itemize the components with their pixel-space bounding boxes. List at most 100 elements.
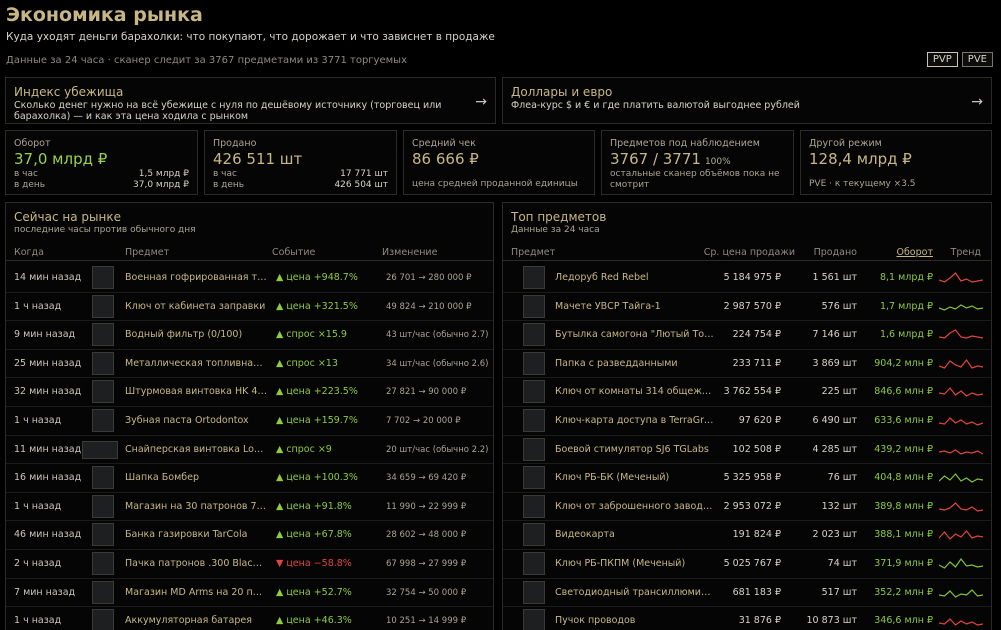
table-row[interactable]: 2 ч назад Пачка патронов .300 Blackout… ▼ … — [6, 550, 493, 579]
row-turnover: 404,8 млн ₽ — [874, 472, 933, 484]
row-price: 2 987 570 ₽ — [723, 300, 781, 312]
currency-card[interactable]: Доллары и евро Флеа-курс $ и € и где пла… — [502, 77, 992, 124]
trend-sparkline — [939, 299, 983, 315]
row-when: 14 мин назад — [14, 272, 82, 283]
top-items-rows: Ледоруб Red Rebel 5 184 975 ₽ 1 561 шт 8,1 … — [503, 264, 991, 630]
row-turnover: 388,1 млн ₽ — [874, 529, 933, 541]
row-item-name[interactable]: Светодиодный трансиллюминато… — [555, 587, 715, 598]
table-row[interactable]: Боевой стимулятор SJ6 TGLabs 102 508 ₽ 4 2… — [503, 436, 991, 465]
header-when[interactable]: Когда — [14, 247, 44, 258]
header-item[interactable]: Предмет — [511, 247, 555, 258]
row-item-name[interactable]: Металлическая топливная ка… — [125, 358, 267, 369]
table-row[interactable]: Бутылка самогона "Лютый Топор… 224 754 ₽ 7… — [503, 321, 991, 350]
table-row[interactable]: Ключ РБ-ПКПМ (Меченый) 5 025 767 ₽ 74 шт 37… — [503, 550, 991, 579]
table-row[interactable]: Ледоруб Red Rebel 5 184 975 ₽ 1 561 шт 8,1 … — [503, 264, 991, 293]
row-change: 43 шт/час (обычно 2.7) — [386, 330, 489, 341]
header-price[interactable]: Ср. цена продажи — [704, 247, 795, 258]
key-icon — [92, 294, 114, 318]
row-item-name[interactable]: Видеокарта — [555, 529, 715, 540]
row-item-name[interactable]: Папка с разведданными — [555, 358, 715, 369]
row-item-name[interactable]: Ключ от заброшенного завода (… — [555, 501, 715, 512]
stat-value: 3767 / 3771 100% — [610, 150, 731, 168]
row-item-name[interactable]: Банка газировки TarCola — [125, 529, 267, 540]
row-item-name[interactable]: Магазин на 30 патронов 762x… — [125, 501, 267, 512]
stat-label: Предметов под наблюдением — [610, 138, 760, 149]
row-item-name[interactable]: Пачка патронов .300 Blackout… — [125, 558, 267, 569]
stat-value: 86 666 ₽ — [412, 150, 479, 168]
table-row[interactable]: 1 ч назад Магазин на 30 патронов 762x… ▲ ц… — [6, 493, 493, 522]
keycard-icon — [523, 408, 545, 432]
row-change: 34 659 → 69 420 ₽ — [386, 473, 467, 484]
pvp-button[interactable]: PVP — [926, 52, 958, 67]
table-row[interactable]: Ключ РБ-БК (Меченый) 5 325 958 ₽ 76 шт 404,… — [503, 464, 991, 493]
row-sold: 517 шт — [821, 586, 857, 598]
table-row[interactable]: 1 ч назад Зубная паста Ortodontox ▲ цена +… — [6, 407, 493, 436]
table-row[interactable]: 32 мин назад Штурмовая винтовка HK 416A… ▲… — [6, 378, 493, 407]
table-row[interactable]: Ключ-карта доступа в TerraGrou… 97 620 ₽ 6… — [503, 407, 991, 436]
row-sold: 132 шт — [821, 500, 857, 512]
stat-value: 128,4 млрд ₽ — [809, 150, 912, 168]
pve-button[interactable]: PVE — [961, 52, 993, 67]
row-item-name[interactable]: Водный фильтр (0/100) — [125, 329, 267, 340]
row-item-name[interactable]: Боевой стимулятор SJ6 TGLabs — [555, 444, 715, 455]
table-row[interactable]: Пучок проводов 31 876 ₽ 10 873 шт 346,6 млн… — [503, 607, 991, 630]
row-item-name[interactable]: Магазин MD Arms на 20 патр… — [125, 587, 267, 598]
row-item-name[interactable]: Ключ от кабинета заправки — [125, 301, 267, 312]
table-row[interactable]: Светодиодный трансиллюминато… 681 183 ₽ 51… — [503, 579, 991, 608]
row-item-name[interactable]: Военная гофрированная труб… — [125, 272, 267, 283]
table-row[interactable]: 16 мин назад Шапка Бомбер ▲ цена +100.3% 34… — [6, 464, 493, 493]
table-row[interactable]: 46 мин назад Банка газировки TarCola ▲ цен… — [6, 521, 493, 550]
row-item-name[interactable]: Штурмовая винтовка HK 416A… — [125, 386, 267, 397]
table-row[interactable]: 7 мин назад Магазин MD Arms на 20 патр… ▲ … — [6, 579, 493, 608]
header-item[interactable]: Предмет — [125, 247, 169, 258]
row-sold: 6 490 шт — [812, 414, 857, 426]
row-item-name[interactable]: Ключ-карта доступа в TerraGrou… — [555, 415, 715, 426]
machete-icon — [523, 294, 545, 318]
row-item-name[interactable]: Аккумуляторная батарея — [125, 615, 267, 626]
header-sold[interactable]: Продано — [814, 247, 857, 258]
row-price: 3 762 554 ₽ — [723, 386, 781, 398]
battery-icon — [92, 609, 114, 630]
table-row[interactable]: 25 мин назад Металлическая топливная ка… ▲… — [6, 350, 493, 379]
table-row[interactable]: Видеокарта 191 824 ₽ 2 023 шт 388,1 млн ₽ — [503, 521, 991, 550]
hideout-index-card[interactable]: Индекс убежища Сколько денег нужно на вс… — [5, 77, 496, 124]
row-item-name[interactable]: Зубная паста Ortodontox — [125, 415, 267, 426]
arrow-right-icon: → — [475, 94, 487, 110]
row-turnover: 439,2 млн ₽ — [874, 443, 933, 455]
table-row[interactable]: Ключ от комнаты 314 общежития… 3 762 554 … — [503, 378, 991, 407]
row-item-name[interactable]: Снайперская винтовка Lobaev… — [125, 444, 267, 455]
table-row[interactable]: 1 ч назад Аккумуляторная батарея ▲ цена +4… — [6, 607, 493, 630]
table-row[interactable]: Мачете УВСР Тайга-1 2 987 570 ₽ 576 шт 1,7 … — [503, 293, 991, 322]
header-event[interactable]: Событие — [272, 247, 315, 258]
row-item-name[interactable]: Ключ РБ-БК (Меченый) — [555, 472, 715, 483]
header-turnover[interactable]: Оборот — [896, 247, 933, 258]
trend-sparkline — [939, 613, 983, 629]
row-item-name[interactable]: Ледоруб Red Rebel — [555, 272, 715, 283]
table-row[interactable]: Ключ от заброшенного завода (… 2 953 072 … — [503, 493, 991, 522]
table-row[interactable]: 9 мин назад Водный фильтр (0/100) ▲ спрос … — [6, 321, 493, 350]
stat-other-mode[interactable]: Другой режим 128,4 млрд ₽ PVE · к текуще… — [800, 130, 992, 195]
header-trend[interactable]: Тренд — [951, 247, 981, 258]
row-turnover: 389,8 млн ₽ — [874, 500, 933, 512]
table-row[interactable]: 1 ч назад Ключ от кабинета заправки ▲ цена… — [6, 293, 493, 322]
trend-sparkline — [939, 384, 983, 400]
row-item-name[interactable]: Ключ от комнаты 314 общежития… — [555, 386, 715, 397]
row-turnover: 904,2 млн ₽ — [874, 357, 933, 369]
row-sold: 2 023 шт — [812, 529, 857, 541]
table-row[interactable]: 11 мин назад Снайперская винтовка Lobaev…… — [6, 436, 493, 465]
row-item-name[interactable]: Пучок проводов — [555, 615, 715, 626]
row-change: 27 821 → 90 000 ₽ — [386, 387, 467, 398]
row-item-name[interactable]: Мачете УВСР Тайга-1 — [555, 301, 715, 312]
trend-sparkline — [939, 413, 983, 429]
table-row[interactable]: Папка с разведданными 233 711 ₽ 3 869 шт 90… — [503, 350, 991, 379]
row-price: 233 711 ₽ — [732, 357, 781, 369]
row-event: ▲ спрос ×9 — [276, 443, 332, 455]
row-item-name[interactable]: Бутылка самогона "Лютый Топор… — [555, 329, 715, 340]
row-when: 32 мин назад — [14, 386, 82, 398]
transilluminator-icon — [523, 580, 545, 604]
row-item-name[interactable]: Шапка Бомбер — [125, 472, 267, 483]
row-change: 34 шт/час (обычно 2.6) — [386, 358, 489, 369]
header-change[interactable]: Изменение — [382, 247, 437, 258]
table-row[interactable]: 14 мин назад Военная гофрированная труб… ▲… — [6, 264, 493, 293]
row-item-name[interactable]: Ключ РБ-ПКПМ (Меченый) — [555, 558, 715, 569]
